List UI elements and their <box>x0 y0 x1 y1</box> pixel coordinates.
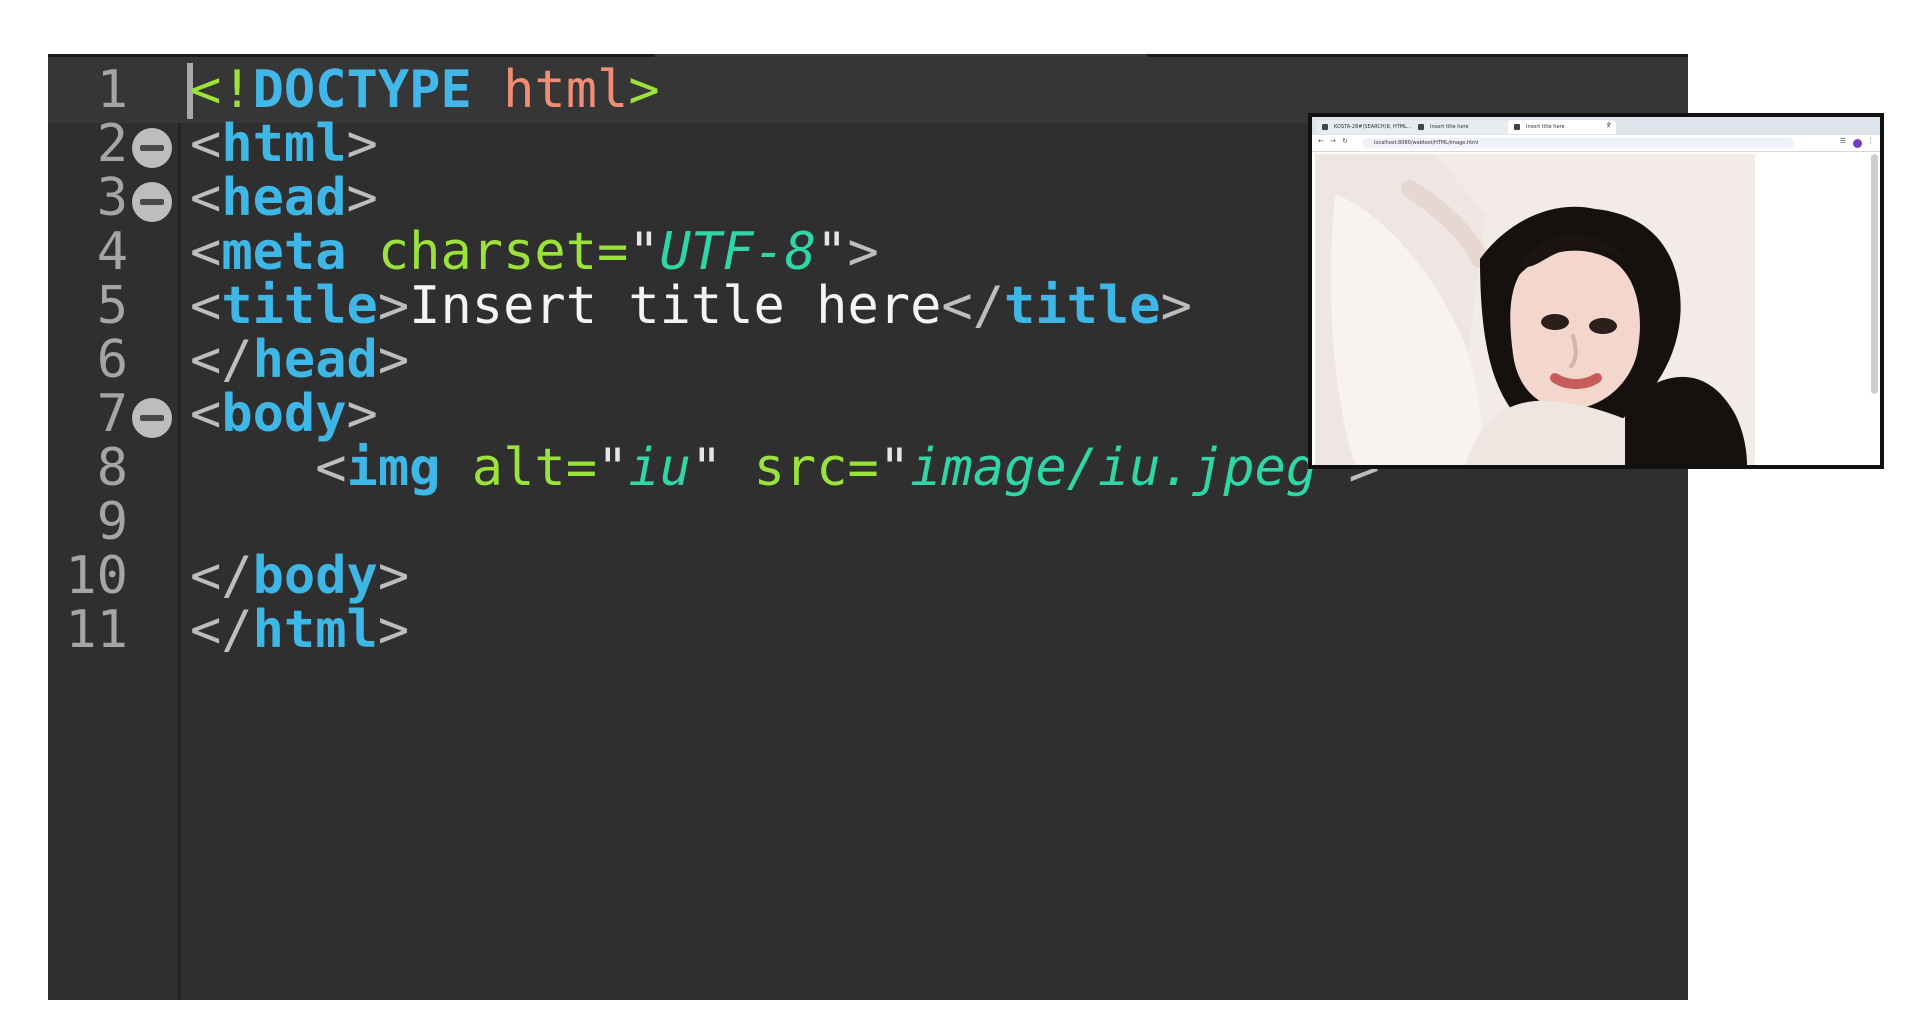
back-icon[interactable]: ← <box>1318 137 1324 145</box>
address-bar[interactable]: localhost:8080/webtest/HTML/image.html <box>1362 138 1794 148</box>
new-tab-button[interactable]: + <box>1606 120 1612 128</box>
browser-tab[interactable]: Insert title here × <box>1412 120 1520 134</box>
fold-collapse-icon[interactable] <box>132 398 172 438</box>
code-text: </html> <box>190 600 410 660</box>
tab-favicon-icon <box>1418 124 1424 130</box>
code-line-11[interactable]: 11 </html> <box>48 597 1688 663</box>
browser-tab[interactable]: KOSTA-28#(SEARCH)8, HTML… × <box>1316 120 1424 134</box>
page-scrollbar[interactable] <box>1871 154 1878 394</box>
menu-icon[interactable]: ⋮ <box>1867 137 1874 145</box>
tab-title: KOSTA-28#(SEARCH)8, HTML… <box>1334 124 1412 130</box>
tab-title: Insert title here <box>1526 124 1565 130</box>
portrait-illustration <box>1315 154 1755 465</box>
fold-collapse-icon[interactable] <box>132 182 172 222</box>
forward-icon[interactable]: → <box>1330 137 1336 145</box>
tab-favicon-icon <box>1322 124 1328 130</box>
tab-title: Insert title here <box>1430 124 1469 130</box>
tab-favicon-icon <box>1514 124 1520 130</box>
browser-toolbar: ← → ↻ localhost:8080/webtest/HTML/image.… <box>1312 135 1880 152</box>
extensions-icon[interactable]: ☰ <box>1840 137 1846 145</box>
line-number: 11 <box>65 600 128 660</box>
browser-tab-strip: KOSTA-28#(SEARCH)8, HTML… × Insert title… <box>1312 117 1880 135</box>
browser-tab-active[interactable]: Insert title here × <box>1508 120 1616 134</box>
address-bar-url: localhost:8080/webtest/HTML/image.html <box>1374 140 1479 146</box>
profile-avatar-icon[interactable] <box>1853 139 1862 148</box>
reload-icon[interactable]: ↻ <box>1342 137 1348 145</box>
portrait-photo <box>1315 154 1755 465</box>
browser-preview-window: KOSTA-28#(SEARCH)8, HTML… × Insert title… <box>1308 113 1884 469</box>
fold-collapse-icon[interactable] <box>132 128 172 168</box>
